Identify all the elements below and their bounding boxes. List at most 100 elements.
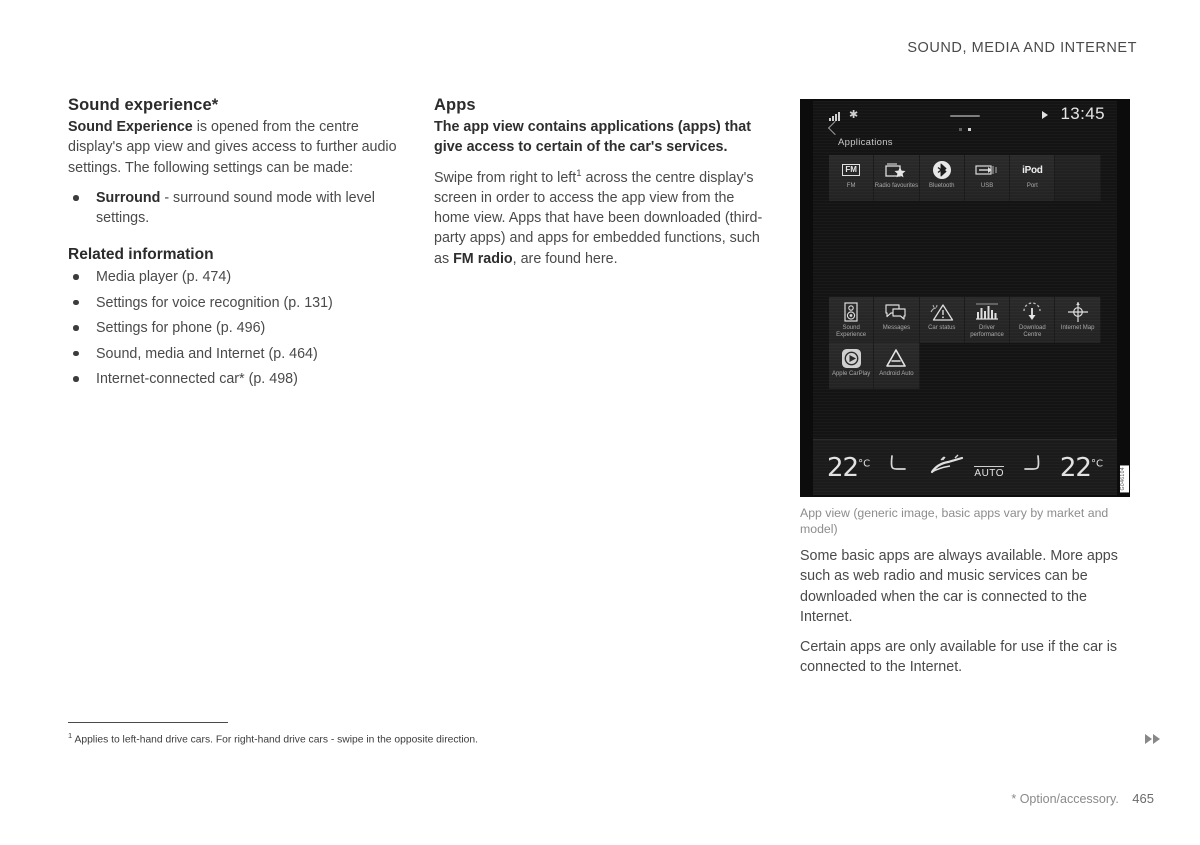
- apps-body-part-a: Swipe from right to left: [434, 169, 577, 186]
- app-tile-label: FM: [846, 183, 856, 189]
- app-tile-radio-favourites[interactable]: Radio favourites: [874, 155, 920, 201]
- drag-handle-icon[interactable]: [950, 115, 980, 117]
- right-temperature[interactable]: 22°C: [1060, 453, 1103, 483]
- app-tile-driver-performance[interactable]: Driver performance: [964, 297, 1011, 343]
- apps-lead-paragraph: The app view contains applications (apps…: [434, 117, 766, 158]
- related-information-title: Related information: [68, 246, 214, 264]
- option-accessory-note: * Option/accessory.: [1011, 792, 1119, 806]
- app-tile-label: Sound Experience: [836, 325, 867, 338]
- app-grid-row-2: Sound Experience Messages Car status Dri…: [829, 297, 1101, 389]
- double-chevron-right-icon[interactable]: [1145, 734, 1160, 744]
- messages-icon: [885, 301, 907, 323]
- ipod-wordmark: iPod: [1022, 164, 1043, 176]
- sound-experience-intro: Sound Experience is opened from the cent…: [68, 117, 398, 178]
- app-tile-download-centre[interactable]: Download Centre: [1010, 297, 1056, 343]
- right-temperature-value: 22: [1059, 452, 1092, 483]
- footnote-body: Applies to left-hand drive cars. For rig…: [74, 734, 478, 746]
- right-temperature-unit: °C: [1090, 457, 1103, 469]
- app-tile-usb[interactable]: USB: [964, 155, 1011, 201]
- section-title-sound-experience: Sound experience*: [68, 96, 219, 114]
- footnote-rule: [68, 722, 228, 723]
- right-paragraph-1: Some basic apps are always available. Mo…: [800, 548, 1118, 625]
- middle-column: Apps The app view contains applications …: [434, 96, 766, 279]
- app-view-title: Applications: [838, 137, 893, 148]
- list-item[interactable]: Settings for voice recognition (p. 131): [68, 293, 398, 313]
- seat-heater-right-icon[interactable]: [1021, 454, 1043, 481]
- left-temperature[interactable]: 22°C: [827, 453, 870, 483]
- apps-lead-text: The app view contains applications (apps…: [434, 119, 751, 156]
- auto-label: AUTO: [974, 466, 1005, 479]
- app-tile-sound-experience[interactable]: Sound Experience: [829, 297, 875, 343]
- footnote-text: 1 Applies to left-hand drive cars. For r…: [68, 729, 768, 746]
- apps-body-part-c: , are found here.: [512, 250, 618, 267]
- bluetooth-icon: ✱: [849, 109, 859, 121]
- car-status-warning-icon: [930, 301, 954, 323]
- download-centre-icon: [1021, 301, 1043, 323]
- app-tile-label: Radio favourites: [874, 183, 919, 189]
- list-item[interactable]: Media player (p. 474): [68, 267, 398, 287]
- airflow-auto-icon: [926, 454, 974, 480]
- airflow-auto-control[interactable]: AUTO: [926, 454, 1005, 481]
- app-tile-bluetooth[interactable]: Bluetooth: [919, 155, 965, 201]
- app-tile-label: Android Auto: [879, 371, 914, 377]
- apple-carplay-icon: [841, 347, 862, 369]
- list-item[interactable]: Sound, media and Internet (p. 464): [68, 344, 398, 364]
- android-auto-icon: [885, 347, 907, 369]
- clock-label: 13:45: [1060, 104, 1105, 123]
- page-dots-indicator: [959, 128, 971, 131]
- related-link-label[interactable]: Media player (p. 474): [96, 269, 231, 285]
- centre-display-status-bar: ✱ 13:45: [813, 104, 1117, 127]
- list-item[interactable]: Internet-connected car* (p. 498): [68, 369, 398, 389]
- app-tile-label: Messages: [882, 325, 911, 331]
- left-temperature-value: 22: [827, 452, 859, 483]
- image-watermark: G046104: [1120, 464, 1129, 492]
- app-tile-label: USB: [980, 183, 994, 189]
- left-column: Sound experience* Sound Experience is op…: [68, 96, 398, 395]
- bluetooth-icon: [932, 159, 952, 181]
- related-link-label[interactable]: Sound, media and Internet (p. 464): [96, 346, 318, 362]
- page-header-title: SOUND, MEDIA AND INTERNET: [907, 40, 1137, 56]
- app-tile-android-auto[interactable]: Android Auto: [874, 343, 920, 389]
- apps-body-bold: FM radio: [453, 250, 513, 267]
- footnote-number: 1: [68, 731, 73, 740]
- internet-map-icon: [1067, 301, 1089, 323]
- list-item[interactable]: Settings for phone (p. 496): [68, 318, 398, 338]
- section-title-apps: Apps: [434, 96, 476, 114]
- play-icon: [1042, 111, 1048, 119]
- radio-favourites-icon: [885, 159, 907, 181]
- page-footer: * Option/accessory. 465: [1011, 791, 1154, 806]
- sound-experience-intro-bold: Sound Experience: [68, 119, 193, 135]
- app-tile-apple-carplay[interactable]: Apple CarPlay: [829, 343, 875, 389]
- app-tile-fm[interactable]: FM FM: [829, 155, 875, 201]
- left-temperature-unit: °C: [858, 457, 871, 469]
- app-tile-car-status[interactable]: Car status: [919, 297, 965, 343]
- related-link-label[interactable]: Settings for phone (p. 496): [96, 320, 265, 336]
- related-link-label[interactable]: Settings for voice recognition (p. 131): [96, 295, 333, 311]
- seat-heater-left-icon[interactable]: [887, 454, 909, 481]
- list-item: Surround - surround sound mode with leve…: [68, 188, 398, 229]
- app-tile-ipod[interactable]: iPod Port: [1010, 155, 1056, 201]
- right-paragraph-2: Certain apps are only available for use …: [800, 639, 1118, 676]
- page-number: 465: [1132, 791, 1154, 806]
- figure-caption: App view (generic image, basic apps vary…: [800, 506, 1109, 536]
- centre-display-figure: ✱ 13:45 Applications FM FM Radio favouri…: [800, 99, 1130, 497]
- speaker-icon: [844, 301, 858, 323]
- app-tile-messages[interactable]: Messages: [874, 297, 920, 343]
- fm-radio-icon: FM: [842, 159, 860, 181]
- app-tile-label: Bluetooth: [929, 183, 955, 189]
- driver-performance-icon: [974, 301, 1000, 323]
- related-link-label[interactable]: Internet-connected car* (p. 498): [96, 371, 298, 387]
- app-tile-label: Driver performance: [970, 325, 1004, 338]
- app-tile-label: Port: [1026, 183, 1038, 189]
- usb-icon: [975, 159, 999, 181]
- apps-body-paragraph: Swipe from right to left1 across the cen…: [434, 168, 766, 269]
- app-tile-internet-map[interactable]: Internet Map: [1055, 297, 1101, 343]
- centre-display-screen[interactable]: ✱ 13:45 Applications FM FM Radio favouri…: [813, 101, 1117, 495]
- app-tile-label: Download Centre: [1018, 325, 1046, 338]
- app-tile-label: Car status: [928, 325, 956, 331]
- climate-bar: 22°C AUTO 22°C: [813, 439, 1117, 495]
- page-header: SOUND, MEDIA AND INTERNET: [907, 40, 1137, 56]
- app-grid-row-1: FM FM Radio favourites Bluetooth USB iPo…: [829, 155, 1101, 201]
- sound-experience-bullets: Surround - surround sound mode with leve…: [68, 188, 398, 229]
- app-tile-empty: [1055, 155, 1101, 201]
